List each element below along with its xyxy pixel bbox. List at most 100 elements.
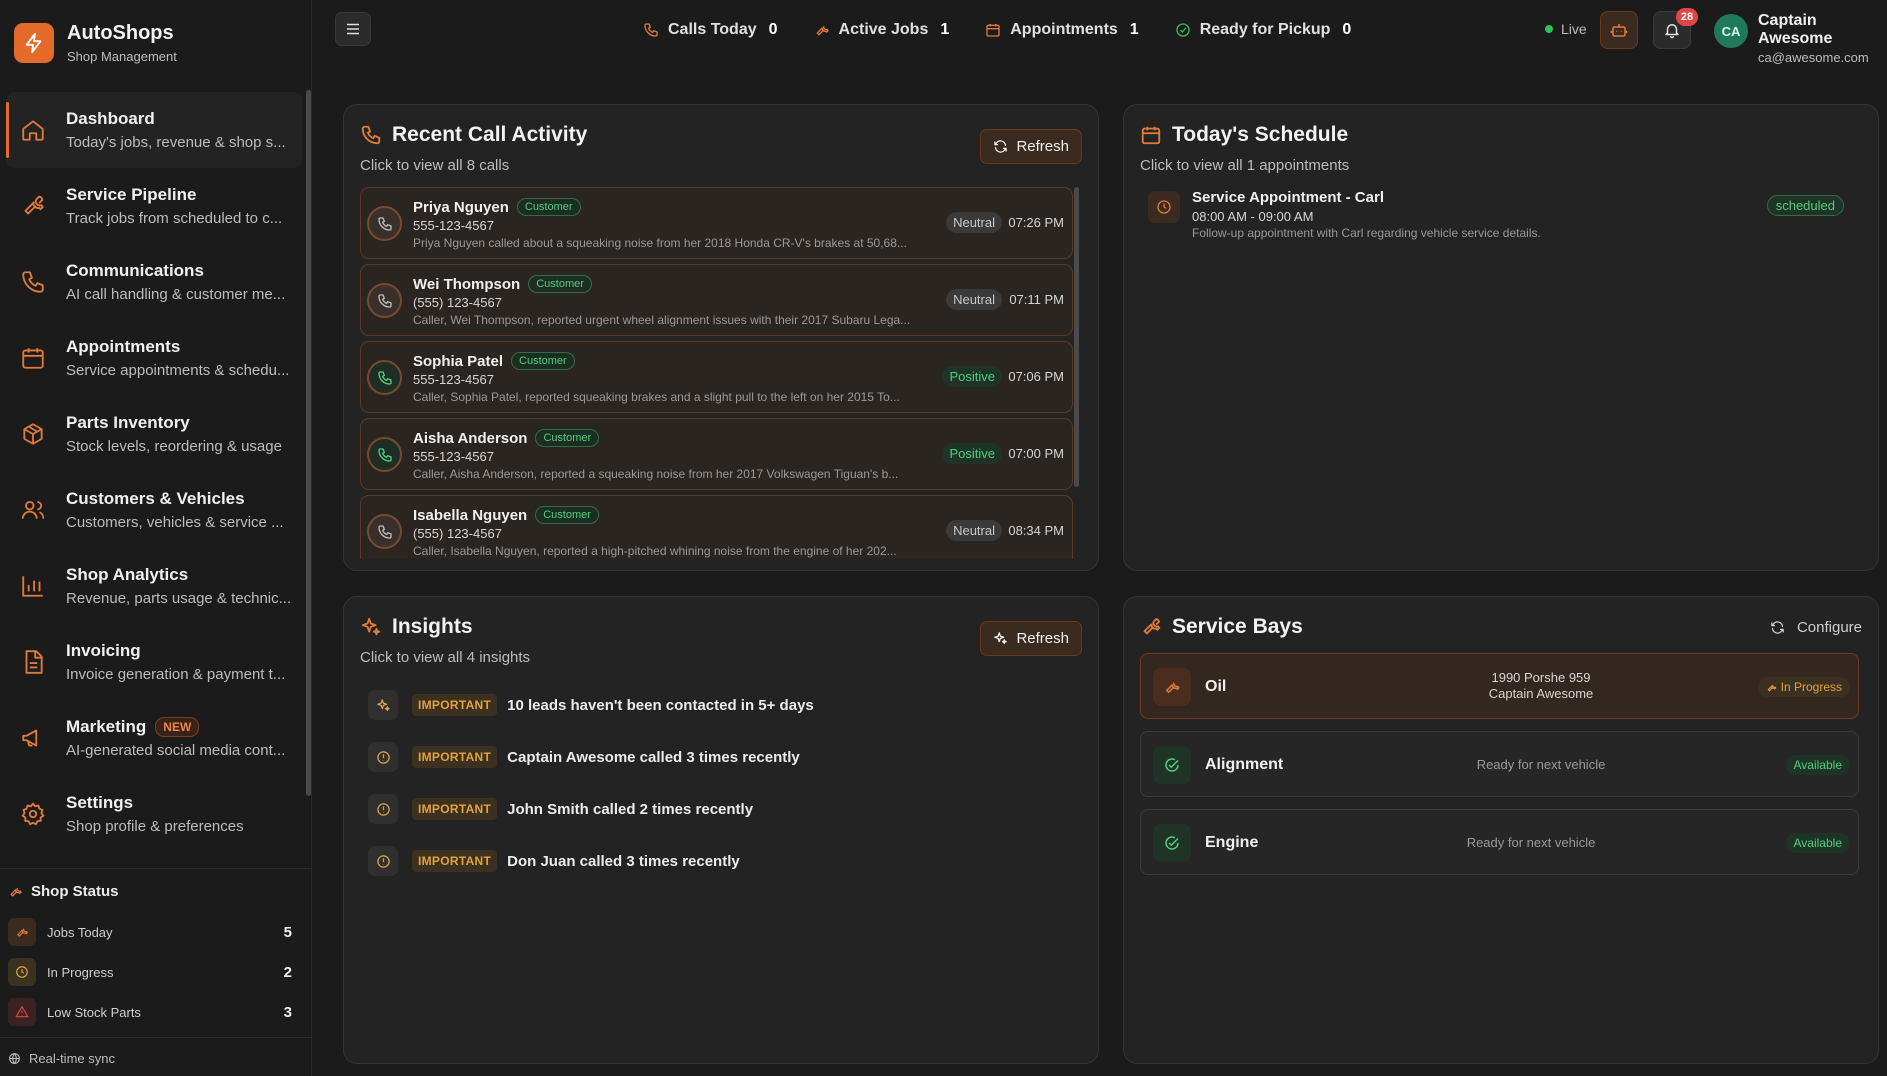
bay-name: Alignment	[1205, 756, 1284, 773]
sidebar-item-appointments[interactable]: Appointments Service appointments & sched…	[6, 320, 302, 396]
bay-name: Oil	[1205, 678, 1227, 695]
call-item[interactable]: Sophia Patel Customer 555-123-4567 Caller…	[360, 341, 1073, 413]
status-value: 3	[283, 1003, 292, 1021]
sidebar-item-customers-vehicles[interactable]: Customers & Vehicles Customers, vehicles …	[6, 472, 302, 548]
nav-desc: AI call handling & customer me...	[66, 286, 286, 303]
appointment-time: 08:00 AM - 09:00 AM	[1192, 209, 1314, 224]
insight-list: IMPORTANT 10 leads haven't been contacte…	[360, 679, 1078, 887]
robot-icon	[1610, 24, 1628, 37]
sidebar-item-service-pipeline[interactable]: Service Pipeline Track jobs from schedule…	[6, 168, 302, 244]
panel-subtitle[interactable]: Click to view all 4 insights	[360, 649, 530, 666]
insight-item[interactable]: IMPORTANT Captain Awesome called 3 times…	[360, 731, 1078, 783]
shop-status: Shop Status Jobs Today 5 In Progress 2 L…	[0, 868, 312, 1032]
calendar-icon	[986, 24, 1000, 37]
customer-badge: Customer	[535, 506, 599, 524]
globe-icon	[9, 1053, 20, 1064]
calendar-icon	[1141, 126, 1161, 145]
phone-icon	[644, 23, 658, 37]
stat-active-jobs[interactable]: Active Jobs 1	[814, 21, 949, 39]
status-label: Low Stock Parts	[47, 1004, 141, 1020]
live-dot	[1545, 25, 1553, 33]
sidebar-item-marketing[interactable]: Marketing NEW AI-generated social media co…	[6, 700, 302, 776]
sidebar-item-shop-analytics[interactable]: Shop Analytics Revenue, parts usage & tec…	[6, 548, 302, 624]
sidebar-item-parts-inventory[interactable]: Parts Inventory Stock levels, reordering …	[6, 396, 302, 472]
document-icon	[20, 649, 46, 675]
bay-oil[interactable]: Oil 1990 Porshe 959 Captain Awesome In P…	[1140, 653, 1859, 719]
menu-toggle-button[interactable]	[335, 12, 371, 46]
panel-title: Service Bays	[1140, 615, 1303, 639]
status-low-stock[interactable]: Low Stock Parts 3	[8, 992, 304, 1032]
phone-icon	[367, 360, 402, 395]
call-summary: Caller, Aisha Anderson, reported a squea…	[413, 467, 899, 481]
notifications-button[interactable]: 28	[1653, 8, 1698, 49]
ai-assistant-button[interactable]	[1600, 11, 1638, 49]
priority-badge: IMPORTANT	[412, 798, 498, 820]
customer-badge: Customer	[535, 429, 600, 447]
caller-name: Isabella Nguyen	[413, 506, 528, 524]
panel-title: Insights	[360, 615, 473, 639]
call-summary: Caller, Wei Thompson, reported urgent wh…	[413, 313, 911, 327]
sidebar-item-communications[interactable]: Communications AI call handling & custome…	[6, 244, 302, 320]
sentiment-badge: Positive	[942, 443, 1002, 464]
nav-desc: AI-generated social media cont...	[66, 742, 286, 759]
sentiment-badge: Neutral	[946, 520, 1002, 541]
recent-calls-panel[interactable]: Recent Call Activity Click to view all 8…	[343, 104, 1099, 571]
sidebar: AutoShops Shop Management Dashboard Today…	[0, 0, 312, 1076]
refresh-calls-button[interactable]: Refresh	[980, 129, 1082, 164]
bay-alignment[interactable]: Alignment Ready for next vehicle Availab…	[1140, 731, 1859, 797]
insights-panel[interactable]: Insights Click to view all 4 insights Re…	[343, 596, 1099, 1064]
call-item[interactable]: Isabella Nguyen Customer (555) 123-4567 C…	[360, 495, 1073, 559]
call-item[interactable]: Wei Thompson Customer (555) 123-4567 Call…	[360, 264, 1073, 336]
check-circle-icon	[1176, 23, 1190, 37]
stat-calls-today[interactable]: Calls Today 0	[643, 21, 778, 39]
refresh-insights-button[interactable]: Refresh	[980, 621, 1082, 656]
call-item[interactable]: Aisha Anderson Customer 555-123-4567 Call…	[360, 418, 1073, 490]
user-menu[interactable]: Captain Awesome ca@awesome.com	[1758, 12, 1887, 65]
wrench-icon	[8, 918, 36, 946]
insight-item[interactable]: IMPORTANT John Smith called 2 times rece…	[360, 783, 1078, 835]
caller-phone: 555-123-4567	[413, 449, 494, 464]
sidebar-item-settings[interactable]: Settings Shop profile & preferences	[6, 776, 302, 852]
stat-ready-pickup[interactable]: Ready for Pickup 0	[1175, 21, 1351, 39]
clock-icon	[8, 958, 36, 986]
call-item[interactable]: Priya Nguyen Customer 555-123-4567 Priya …	[360, 187, 1073, 259]
bay-info: Ready for next vehicle	[1466, 835, 1596, 850]
brand-name: AutoShops	[67, 22, 174, 44]
panel-subtitle[interactable]: Click to view all 8 calls	[360, 157, 509, 174]
nav-desc: Today's jobs, revenue & shop s...	[66, 134, 286, 151]
sidebar-scrollbar[interactable]	[306, 90, 311, 796]
avatar[interactable]: CA	[1714, 14, 1748, 48]
caller-name: Aisha Anderson	[413, 429, 528, 447]
status-in-progress[interactable]: In Progress 2	[8, 952, 304, 992]
bay-vehicle: 1990 Porshe 959	[1491, 670, 1591, 685]
brand[interactable]: AutoShops Shop Management	[14, 22, 177, 64]
call-time: 07:06 PM	[1008, 369, 1064, 384]
phone-icon	[361, 125, 381, 145]
configure-bays-button[interactable]: Configure	[1770, 619, 1862, 636]
insight-item[interactable]: IMPORTANT 10 leads haven't been contacte…	[360, 679, 1078, 731]
appointment-item[interactable]: Service Appointment - Carl 08:00 AM - 09…	[1140, 187, 1852, 247]
check-circle-icon	[1153, 746, 1191, 784]
insight-item[interactable]: IMPORTANT Don Juan called 3 times recent…	[360, 835, 1078, 887]
appointment-title: Service Appointment - Carl	[1192, 189, 1384, 206]
call-list[interactable]: Priya Nguyen Customer 555-123-4567 Priya …	[360, 187, 1078, 559]
schedule-panel[interactable]: Today's Schedule Click to view all 1 app…	[1123, 104, 1879, 571]
nav-title: Appointments	[66, 337, 181, 356]
nav-title: Settings	[66, 793, 134, 812]
sidebar-item-dashboard[interactable]: Dashboard Today's jobs, revenue & shop s.…	[6, 92, 302, 168]
status-badge: In Progress	[1757, 677, 1850, 697]
status-jobs-today[interactable]: Jobs Today 5	[8, 912, 304, 952]
insight-text: 10 leads haven't been contacted in 5+ da…	[507, 696, 814, 714]
stat-value: 1	[1129, 21, 1139, 38]
bay-engine[interactable]: Engine Ready for next vehicle Available	[1140, 809, 1859, 875]
call-list-scrollbar[interactable]	[1074, 187, 1079, 487]
stat-appointments[interactable]: Appointments 1	[985, 21, 1139, 39]
panel-title: Today's Schedule	[1140, 123, 1348, 147]
alert-circle-icon	[368, 846, 398, 876]
call-time: 08:34 PM	[1008, 523, 1064, 538]
nav-title: Dashboard	[66, 109, 155, 128]
sentiment-badge: Neutral	[946, 289, 1002, 310]
sidebar-item-invoicing[interactable]: Invoicing Invoice generation & payment t.…	[6, 624, 302, 700]
panel-subtitle[interactable]: Click to view all 1 appointments	[1140, 157, 1349, 174]
calendar-icon	[20, 345, 46, 371]
